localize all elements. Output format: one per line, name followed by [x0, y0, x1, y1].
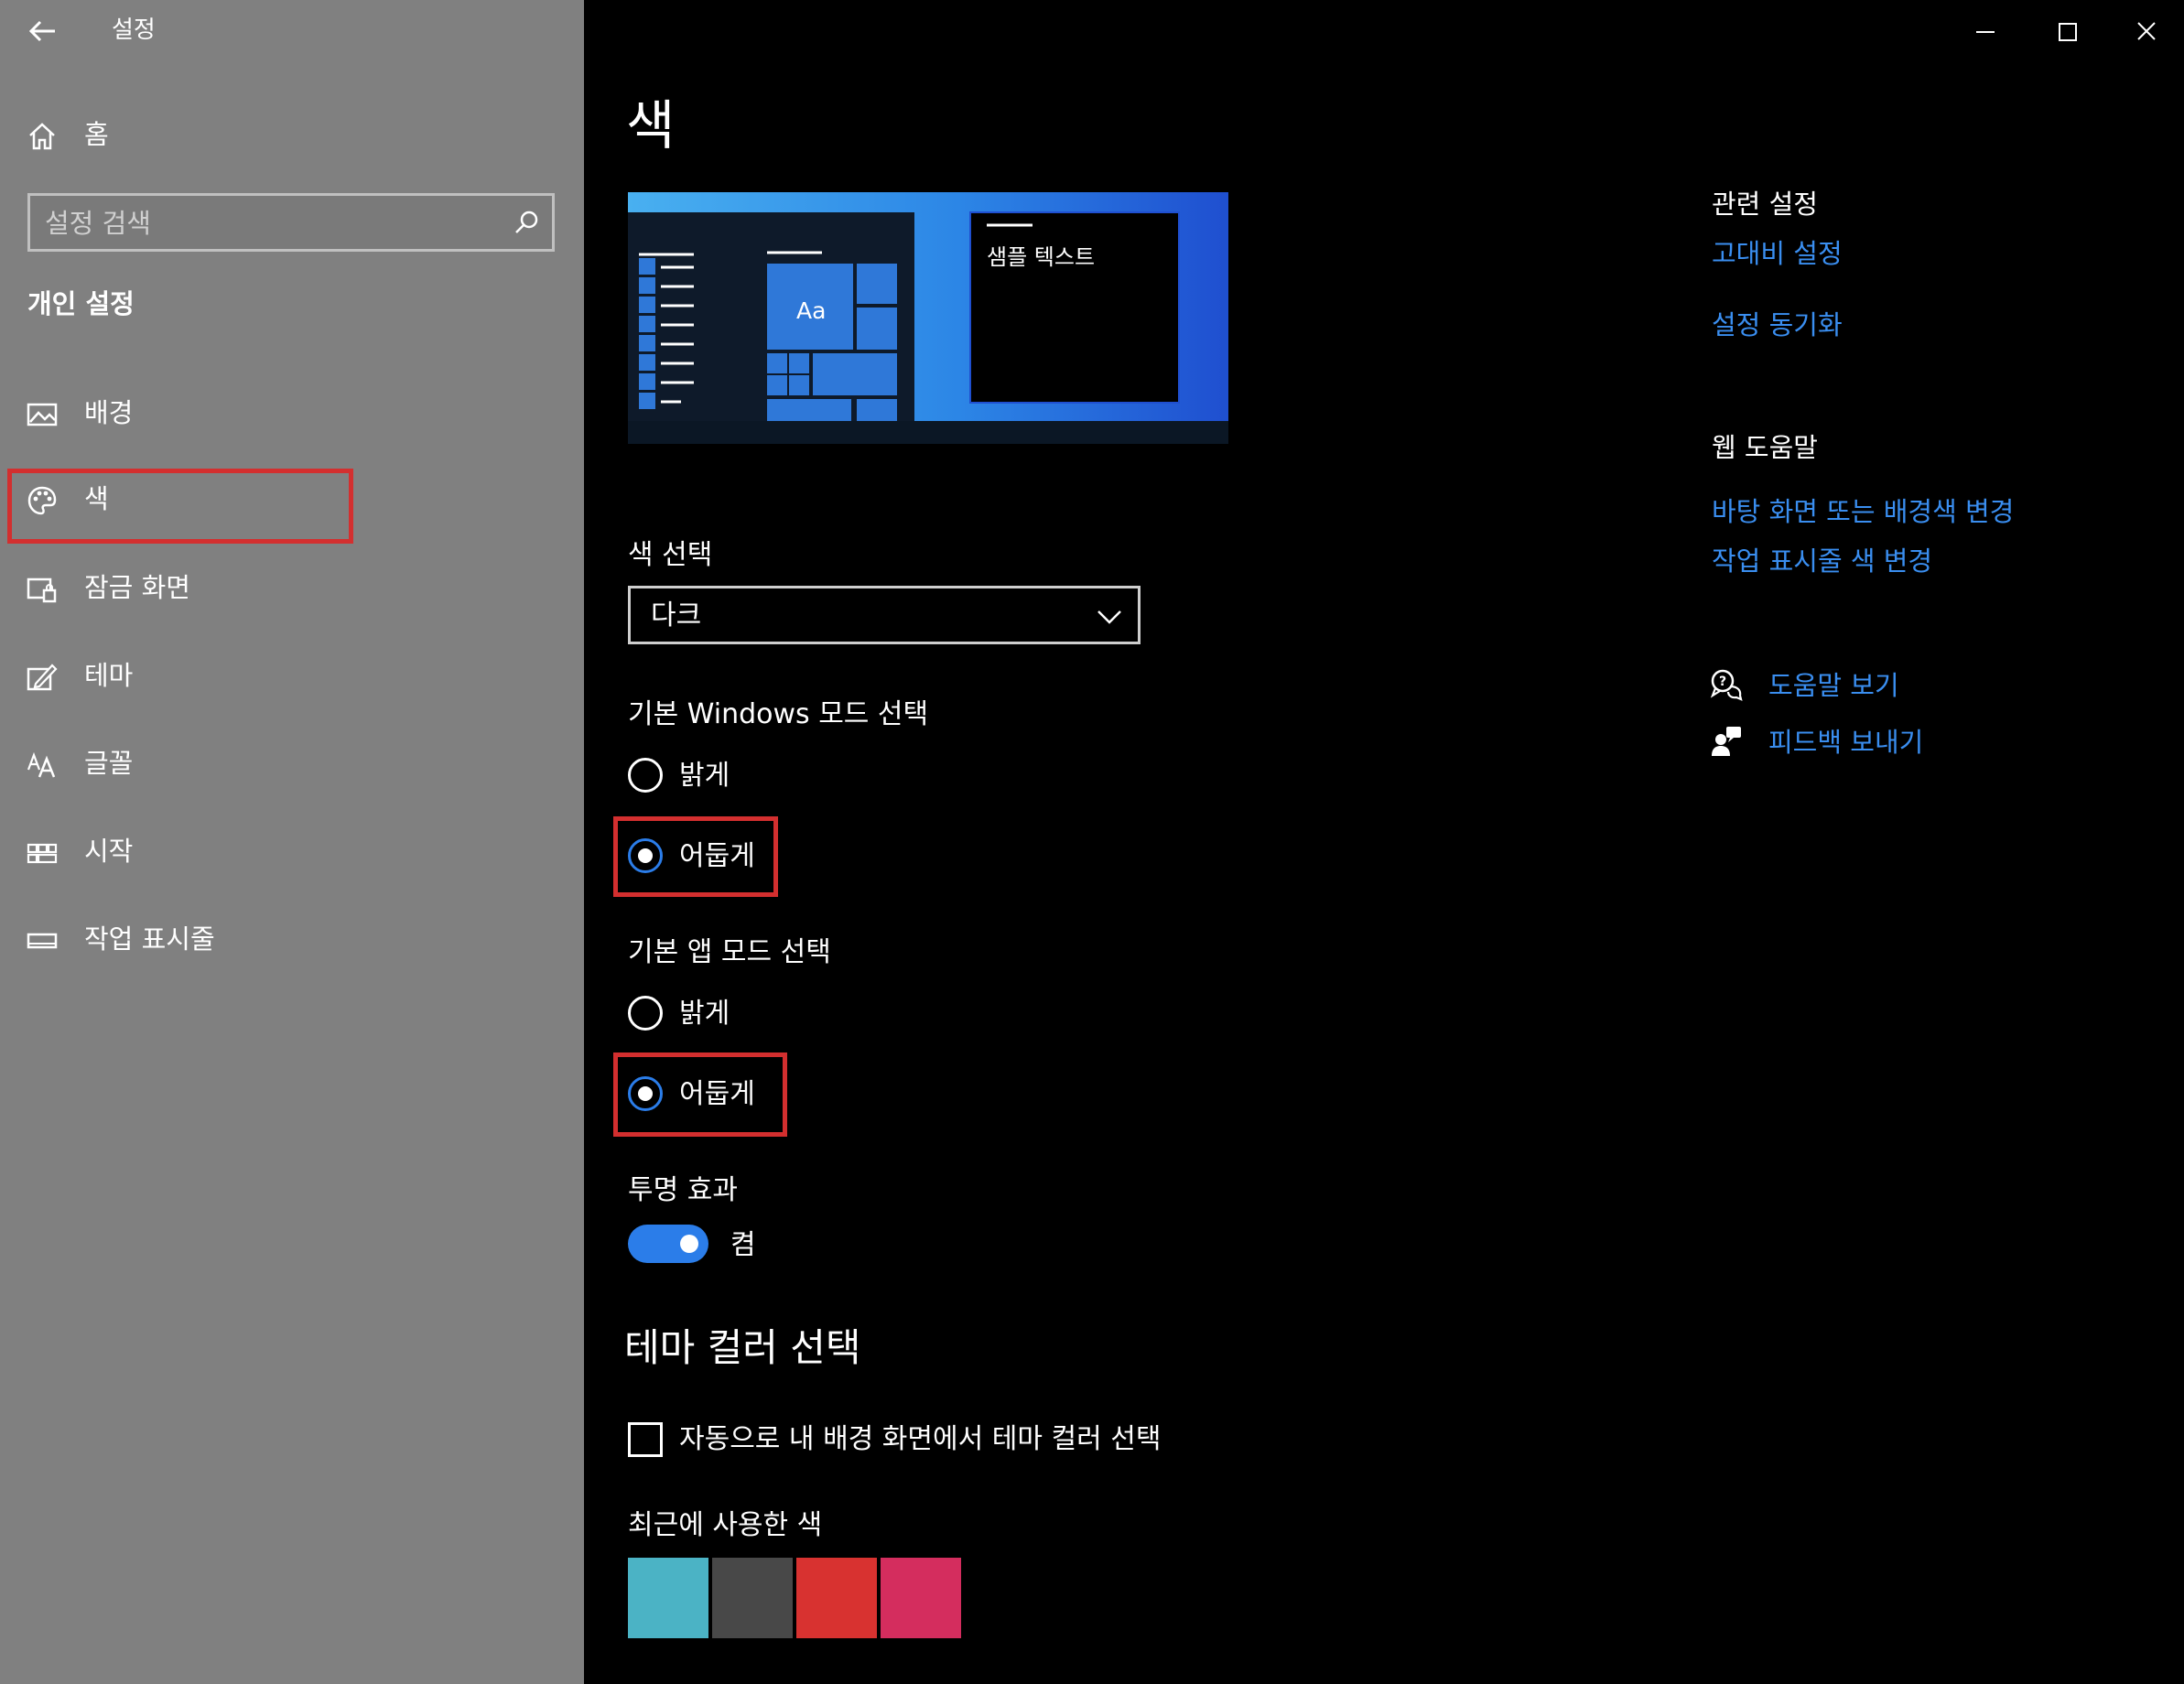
send-feedback-link[interactable]: 피드백 보내기 [1768, 728, 1923, 758]
toggle-state-label: 켬 [730, 1229, 756, 1261]
color-select-label: 색 선택 [628, 539, 713, 571]
sidebar-item-taskbar[interactable]: 작업 표시줄 [0, 905, 584, 975]
transparency-label: 투명 효과 [628, 1174, 738, 1206]
sidebar-item-label: 홈 [84, 119, 109, 150]
auto-accent-checkbox[interactable] [628, 1422, 663, 1457]
search-icon[interactable] [514, 210, 539, 235]
image-icon [27, 403, 58, 426]
radio-label: 밝게 [679, 998, 730, 1030]
preview-image [628, 192, 1228, 444]
sidebar-item-label: 배경 [84, 397, 134, 428]
theme-icon [27, 664, 58, 691]
sidebar-item-lock-screen[interactable]: 잠금 화면 [0, 554, 584, 623]
preview-sample-text: 샘플 텍스트 [987, 244, 1096, 270]
sidebar-item-label: 작업 표시줄 [84, 923, 215, 955]
web-help-heading: 웹 도움말 [1712, 432, 1818, 463]
theme-preview: Aa 샘플 텍스트 [628, 192, 1228, 444]
radio-label: 밝게 [679, 760, 730, 792]
sidebar-item-themes[interactable]: 테마 [0, 642, 584, 711]
minimize-button[interactable] [1944, 0, 2027, 64]
app-mode-light-option[interactable]: 밝게 [628, 994, 829, 1034]
sidebar-item-start[interactable]: 시작 [0, 817, 584, 887]
sidebar-item-home[interactable]: 홈 [0, 101, 584, 170]
change-taskbar-color-link[interactable]: 작업 표시줄 색 변경 [1712, 546, 1932, 577]
change-background-color-link[interactable]: 바탕 화면 또는 배경색 변경 [1712, 497, 2014, 527]
search-box[interactable] [27, 193, 555, 252]
dropdown-value: 다크 [651, 599, 702, 632]
get-help-link[interactable]: 도움말 보기 [1768, 671, 1899, 701]
highlight-box [7, 469, 353, 544]
recent-colors-label: 최근에 사용한 색 [628, 1509, 823, 1541]
sync-settings-link[interactable]: 설정 동기화 [1712, 310, 1843, 340]
app-mode-label: 기본 앱 모드 선택 [628, 936, 831, 968]
svg-text:?: ? [1719, 675, 1726, 689]
section-title: 개인 설정 [27, 288, 135, 319]
radio-button[interactable] [628, 758, 663, 793]
toggle-knob [680, 1235, 698, 1253]
recent-color-swatch[interactable] [712, 1558, 793, 1638]
get-help-link-row[interactable]: ? 도움말 보기 [1710, 666, 2003, 707]
font-icon [27, 751, 56, 778]
sidebar-item-label: 시작 [84, 836, 134, 867]
chevron-down-icon [1097, 610, 1121, 624]
minimize-icon [1976, 31, 1995, 33]
highlight-box [613, 816, 778, 897]
color-mode-dropdown[interactable]: 다크 [628, 586, 1141, 644]
transparency-toggle[interactable] [628, 1225, 708, 1263]
windows-mode-light-option[interactable]: 밝게 [628, 756, 829, 796]
highlight-box [613, 1052, 787, 1137]
accent-heading: 테마 컬러 선택 [624, 1325, 861, 1370]
lock-screen-icon [27, 578, 57, 603]
close-button[interactable] [2109, 0, 2184, 64]
auto-accent-label[interactable]: 자동으로 내 배경 화면에서 테마 컬러 선택 [679, 1424, 1161, 1454]
page-title: 색 [626, 94, 676, 157]
sidebar-item-background[interactable]: 배경 [0, 379, 584, 448]
feedback-link-row[interactable]: 피드백 보내기 [1710, 723, 2003, 763]
back-button[interactable] [18, 13, 70, 49]
sidebar-item-label: 잠금 화면 [84, 572, 190, 603]
feedback-icon [1712, 727, 1741, 756]
start-icon [27, 843, 58, 864]
recent-color-swatch[interactable] [796, 1558, 877, 1638]
help-chat-icon: ? [1710, 669, 1743, 701]
related-settings-heading: 관련 설정 [1712, 189, 1818, 220]
sidebar-item-label: 글꼴 [84, 748, 134, 779]
search-input[interactable] [43, 196, 504, 251]
recent-color-swatch[interactable] [881, 1558, 961, 1638]
close-icon [2137, 22, 2156, 40]
maximize-icon [2059, 23, 2077, 41]
sidebar-item-fonts[interactable]: 글꼴 [0, 729, 584, 799]
radio-button[interactable] [628, 996, 663, 1031]
windows-mode-label: 기본 Windows 모드 선택 [628, 698, 929, 730]
window-title: 설정 [112, 16, 156, 44]
maximize-button[interactable] [2027, 0, 2109, 64]
sidebar-item-label: 테마 [84, 660, 134, 691]
home-icon [29, 123, 55, 150]
taskbar-icon [27, 933, 58, 949]
high-contrast-link[interactable]: 고대비 설정 [1712, 239, 1843, 269]
back-arrow-icon [28, 20, 55, 42]
sidebar: 설정 홈 개인 설정 배경 색 [0, 0, 584, 1684]
recent-color-swatch[interactable] [628, 1558, 708, 1638]
preview-tile-text: Aa [796, 297, 827, 324]
